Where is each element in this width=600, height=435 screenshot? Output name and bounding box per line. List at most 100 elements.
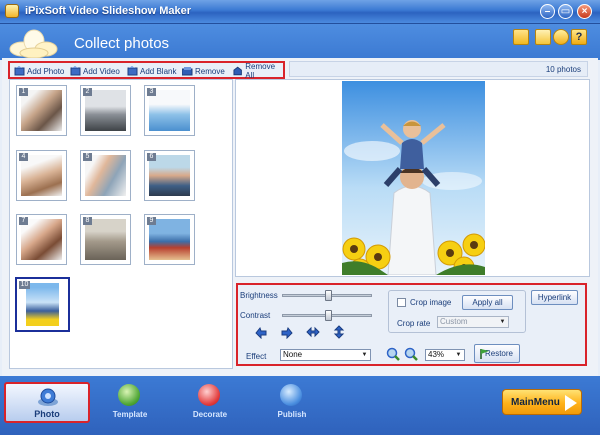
chevron-down-icon: ▼ — [455, 352, 462, 358]
save-icon[interactable] — [535, 29, 551, 45]
photo-icon — [38, 388, 58, 406]
contrast-label: Contrast — [240, 311, 271, 320]
minimize-button[interactable]: – — [540, 4, 555, 19]
thumbnail-number: 9 — [147, 217, 156, 225]
effect-select[interactable]: None ▼ — [280, 349, 371, 361]
brightness-label: Brightness — [240, 291, 278, 300]
hyperlink-button[interactable]: Hyperlink — [531, 290, 578, 305]
thumbnail-image — [85, 155, 126, 196]
flip-vertical-icon[interactable] — [332, 325, 346, 339]
thumbnail-4[interactable]: 4 — [16, 150, 67, 201]
photo-count: 10 photos — [545, 65, 581, 74]
add-video-button[interactable]: Add Video — [70, 65, 120, 77]
brightness-slider[interactable] — [282, 290, 372, 301]
crop-rate-value: Custom — [440, 317, 468, 326]
help-icon[interactable]: ? — [571, 29, 587, 45]
tab-template-label: Template — [112, 410, 148, 419]
thumbnail-number: 3 — [147, 88, 156, 96]
title-bar: iPixSoft Video Slideshow Maker – ▭ × — [0, 0, 600, 24]
thumbnail-image — [149, 90, 190, 131]
zoom-value: 43% — [428, 350, 445, 359]
thumbnail-number: 5 — [83, 153, 92, 161]
crop-rate-label: Crop rate — [397, 319, 431, 328]
photo-toolbar: Add Photo Add Video Add Blank Remove Rem… — [8, 61, 285, 80]
chevron-down-icon: ▼ — [361, 352, 368, 358]
close-button[interactable]: × — [577, 4, 592, 19]
crop-group: Crop image Apply all Crop rate Custom ▼ — [388, 290, 526, 333]
app-icon — [5, 4, 19, 18]
main-menu-label: MainMenu — [511, 397, 560, 408]
maximize-button[interactable]: ▭ — [558, 4, 573, 19]
tab-decorate[interactable]: Decorate — [180, 380, 240, 426]
preview-header-bar: 10 photos — [289, 61, 588, 77]
thumbnail-number: 7 — [19, 217, 28, 225]
zoom-out-icon[interactable] — [404, 347, 418, 361]
add-blank-icon — [127, 66, 138, 76]
thumbnail-1[interactable]: 1 — [16, 85, 67, 136]
restore-button[interactable]: Restore — [474, 344, 520, 363]
add-blank-button[interactable]: Add Blank — [127, 65, 176, 77]
contrast-slider-thumb[interactable] — [325, 310, 332, 321]
thumbnail-number: 1 — [19, 88, 28, 96]
template-icon — [118, 384, 140, 406]
crop-image-checkbox[interactable] — [397, 298, 406, 307]
flip-horizontal-icon[interactable] — [306, 325, 320, 339]
thumbnail-5[interactable]: 5 — [80, 150, 131, 201]
photo-preview — [235, 79, 590, 277]
tab-publish-label: Publish — [277, 410, 307, 419]
zoom-select[interactable]: 43% ▼ — [425, 349, 465, 361]
add-video-icon — [70, 66, 81, 76]
remove-label: Remove — [195, 66, 225, 76]
thumbnail-number: 6 — [147, 153, 156, 161]
thumbnail-number: 2 — [83, 88, 92, 96]
thumbnail-image — [21, 155, 62, 196]
decorate-heart-icon — [198, 384, 220, 406]
brightness-slider-thumb[interactable] — [325, 290, 332, 301]
thumbnail-10[interactable]: 10 — [15, 277, 70, 332]
thumbnail-3[interactable]: 3 — [144, 85, 195, 136]
thumbnail-list: 1 2 3 4 5 6 7 8 9 10 — [9, 79, 233, 369]
tab-publish[interactable]: Publish — [262, 380, 322, 426]
preview-image — [342, 81, 485, 275]
restore-flag-icon — [480, 349, 489, 359]
remove-button[interactable]: Remove — [182, 65, 225, 77]
thumbnail-image — [149, 155, 190, 196]
rotate-right-icon[interactable] — [280, 325, 294, 339]
zoom-in-icon[interactable] — [386, 347, 400, 361]
folder-icon[interactable] — [513, 29, 529, 45]
contrast-slider[interactable] — [282, 310, 372, 321]
tab-decorate-label: Decorate — [192, 410, 228, 419]
main-menu-button[interactable]: MainMenu — [502, 389, 582, 415]
add-photo-button[interactable]: Add Photo — [14, 65, 64, 77]
edit-controls-panel: Brightness Contrast Effect None ▼ Crop i… — [236, 283, 587, 366]
thumbnail-8[interactable]: 8 — [80, 214, 131, 265]
thumbnail-image — [21, 90, 62, 131]
thumbnail-number: 8 — [83, 217, 92, 225]
tab-template[interactable]: Template — [100, 380, 160, 426]
add-photo-icon — [14, 66, 25, 76]
thumbnail-image — [149, 219, 190, 260]
rotate-left-icon[interactable] — [254, 325, 268, 339]
crop-rate-select[interactable]: Custom ▼ — [437, 316, 509, 328]
thumbnail-6[interactable]: 6 — [144, 150, 195, 201]
flower-logo-icon — [9, 29, 58, 59]
thumbnail-9[interactable]: 9 — [144, 214, 195, 265]
thumbnail-7[interactable]: 7 — [16, 214, 67, 265]
bulb-icon[interactable] — [553, 29, 569, 45]
thumbnail-image — [21, 219, 62, 260]
thumbnail-2[interactable]: 2 — [80, 85, 131, 136]
effect-select-value: None — [283, 350, 303, 359]
tab-photo-label: Photo — [34, 409, 60, 419]
effect-label: Effect — [246, 352, 267, 361]
add-blank-label: Add Blank — [140, 66, 177, 76]
thumbnail-image — [85, 219, 126, 260]
add-video-label: Add Video — [83, 66, 120, 76]
page-header: Collect photos ? — [0, 24, 600, 60]
apply-all-button[interactable]: Apply all — [462, 295, 513, 310]
thumbnail-image — [85, 90, 126, 131]
arrow-right-icon — [565, 395, 577, 411]
remove-all-button[interactable]: Remove All — [233, 62, 283, 80]
thumbnail-image — [26, 283, 59, 326]
tab-photo[interactable]: Photo — [4, 382, 90, 423]
add-photo-label: Add Photo — [27, 66, 65, 76]
